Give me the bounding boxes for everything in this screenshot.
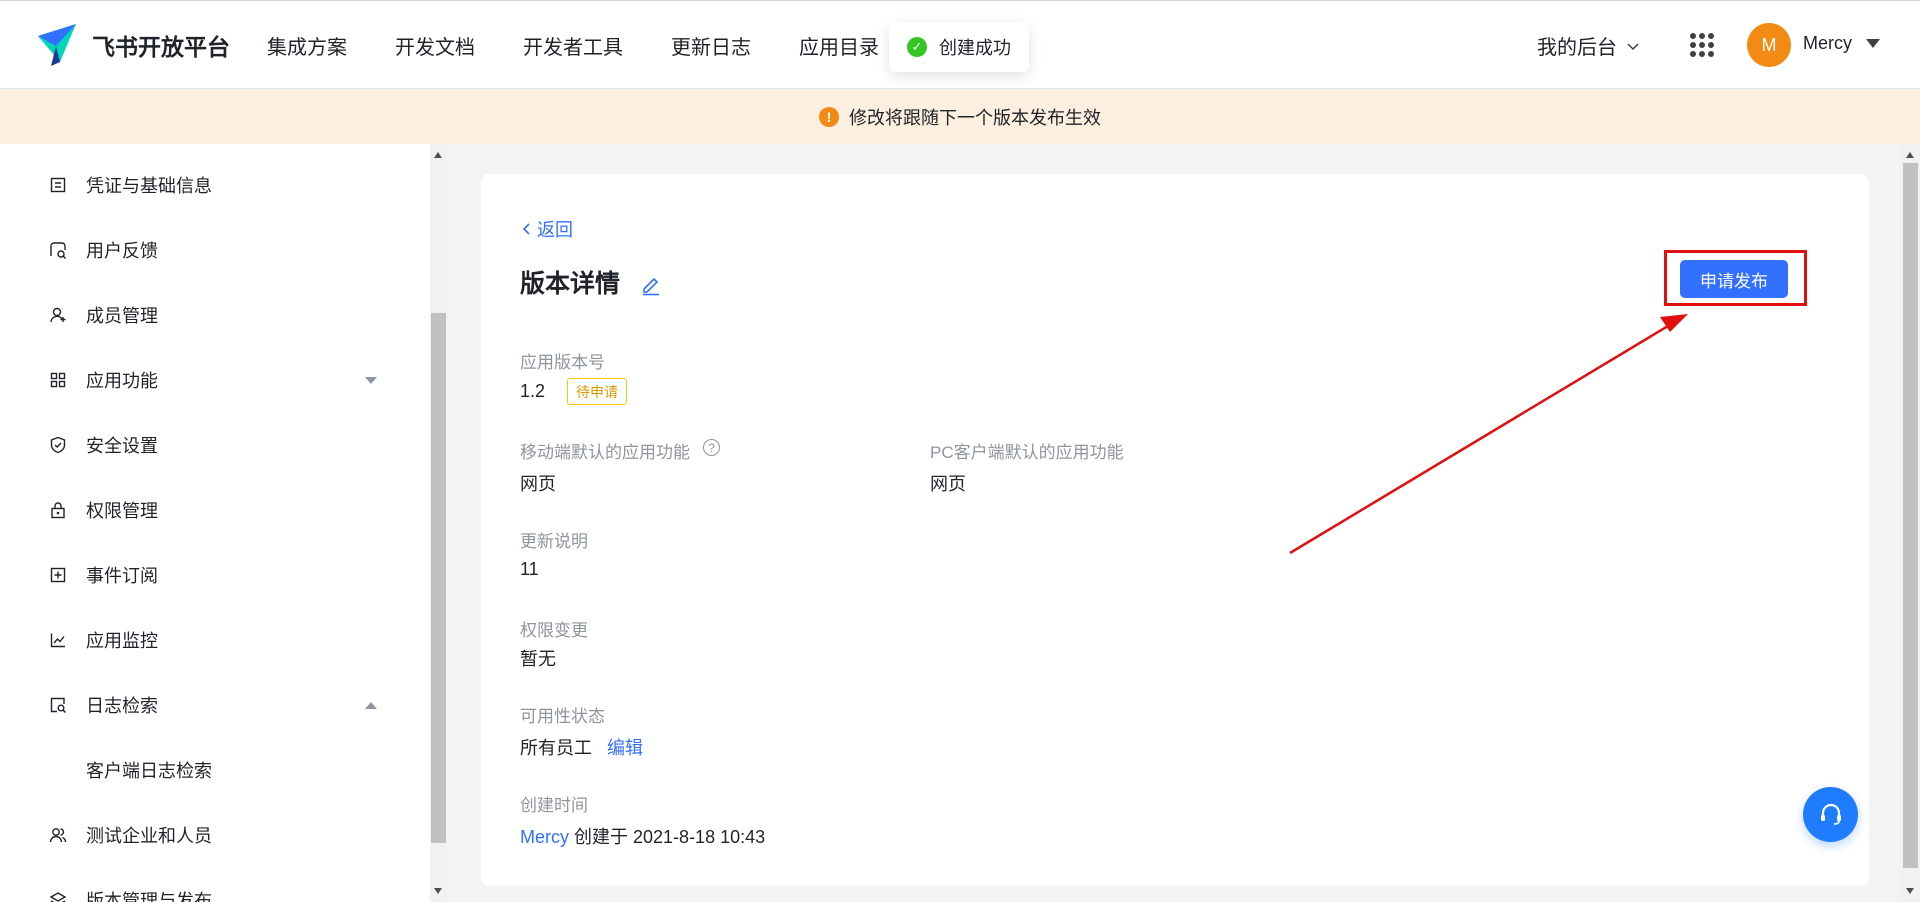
update-notes-value: 11 [520,559,539,579]
sidebar-item-label: 权限管理 [86,501,158,521]
permission-change-label: 权限变更 [520,621,588,640]
user-name[interactable]: Mercy [1803,33,1852,54]
sidebar-item-label: 测试企业和人员 [86,826,212,846]
creator-link[interactable]: Mercy [520,827,569,847]
warning-icon: ! [819,107,839,127]
mobile-default-feature-value: 网页 [520,474,556,494]
sidebar-item-label: 版本管理与发布 [86,891,212,902]
sidebar: 凭证与基础信息 用户反馈 成员管理 应用功能 安全设置 权限管理 事件订阅 应用… [0,144,430,902]
sidebar-item-test-companies[interactable]: 测试企业和人员 [0,815,430,855]
sidebar-item-event-subscription[interactable]: 事件订阅 [0,555,430,595]
mobile-default-feature-label: 移动端默认的应用功能 [520,443,690,462]
sidebar-item-log-search[interactable]: 日志检索 [0,685,430,725]
pc-default-feature-value: 网页 [930,474,966,494]
users-icon [48,825,68,845]
nav-dev-tools[interactable]: 开发者工具 [523,31,623,60]
sidebar-item-label: 凭证与基础信息 [86,176,212,196]
permission-change-value: 暂无 [520,649,556,669]
logo-text: 飞书开放平台 [92,34,230,60]
created-time-text: 创建于 2021-8-18 10:43 [574,827,766,847]
scroll-down-icon[interactable] [434,888,442,894]
nav-changelog[interactable]: 更新日志 [671,31,751,60]
chart-icon [48,630,68,650]
edit-pencil-icon[interactable] [640,274,662,296]
avatar[interactable]: M [1747,23,1791,67]
shield-icon [48,435,68,455]
headset-icon [1820,803,1841,825]
nav-integration[interactable]: 集成方案 [267,31,347,60]
nav-app-directory[interactable]: 应用目录 [799,31,879,60]
sidebar-item-label: 用户反馈 [86,241,158,261]
sidebar-item-app-features[interactable]: 应用功能 [0,360,430,400]
sidebar-item-label: 成员管理 [86,306,158,326]
back-label: 返回 [537,220,573,240]
sidebar-item-feedback[interactable]: 用户反馈 [0,230,430,270]
apps-grid-icon[interactable] [1690,33,1714,57]
availability-edit-link[interactable]: 编辑 [607,738,643,758]
toast-text: 创建成功 [939,38,1011,58]
nav-docs[interactable]: 开发文档 [395,31,475,60]
scroll-up-icon[interactable] [1906,152,1914,158]
backend-label: 我的后台 [1537,37,1617,59]
sidebar-item-security[interactable]: 安全设置 [0,425,430,465]
apply-release-button[interactable]: 申请发布 [1680,260,1788,298]
version-number-label: 应用版本号 [520,353,605,372]
app-features-icon [48,370,68,390]
scroll-down-icon[interactable] [1906,888,1914,894]
scroll-up-icon[interactable] [434,152,442,158]
main-nav: 集成方案 开发文档 开发者工具 更新日志 应用目录 [267,1,927,90]
chevron-down-icon [1627,42,1639,50]
sidebar-item-credentials[interactable]: 凭证与基础信息 [0,165,430,205]
created-time-value: Mercy 创建于 2021-8-18 10:43 [520,823,765,849]
sidebar-item-label: 安全设置 [86,436,158,456]
back-link[interactable]: 返回 [521,216,573,242]
member-icon [48,305,68,325]
feishu-logo-icon [38,24,76,66]
sidebar-item-version-release[interactable]: 版本管理与发布 [0,880,430,902]
check-circle-icon: ✓ [907,37,927,57]
layers-icon [48,890,68,902]
feedback-icon [48,240,68,260]
help-circle-icon[interactable]: ? [703,439,720,456]
status-badge: 待申请 [567,378,627,405]
notice-text: 修改将跟随下一个版本发布生效 [849,108,1101,128]
top-navigation-bar: 飞书开放平台 集成方案 开发文档 开发者工具 更新日志 应用目录 ✓ 创建成功 … [0,0,1920,89]
availability-value: 所有员工 编辑 [520,734,643,760]
main-scrollbar-thumb[interactable] [1903,163,1918,868]
my-backend-dropdown[interactable]: 我的后台 [1537,31,1639,60]
sidebar-item-monitoring[interactable]: 应用监控 [0,620,430,660]
sidebar-item-label: 日志检索 [86,696,158,716]
chevron-left-icon [522,223,530,235]
sidebar-item-label: 应用监控 [86,631,158,651]
sidebar-item-label: 应用功能 [86,371,158,391]
update-notes-label: 更新说明 [520,532,588,551]
log-search-icon [48,695,68,715]
caret-down-icon[interactable] [1866,39,1880,48]
notice-bar: ! 修改将跟随下一个版本发布生效 [0,90,1920,144]
sidebar-scrollbar-thumb[interactable] [431,313,446,843]
sidebar-item-client-log-search[interactable]: 客户端日志检索 [0,750,430,790]
sidebar-item-members[interactable]: 成员管理 [0,295,430,335]
pc-default-feature-label: PC客户端默认的应用功能 [930,443,1124,462]
version-number-value: 1.2 [520,381,546,401]
expand-arrow-icon[interactable] [365,376,377,384]
collapse-arrow-icon[interactable] [365,701,377,709]
customer-service-button[interactable] [1803,787,1858,842]
lock-icon [48,500,68,520]
availability-text: 所有员工 [520,738,592,758]
sidebar-item-label: 事件订阅 [86,566,158,586]
created-time-label: 创建时间 [520,796,588,815]
success-toast: ✓ 创建成功 [889,22,1029,72]
version-detail-card [481,174,1869,886]
page-title: 版本详情 [520,270,621,298]
event-icon [48,565,68,585]
sidebar-item-label: 客户端日志检索 [86,761,212,781]
availability-label: 可用性状态 [520,707,605,726]
logo[interactable]: 飞书开放平台 [34,21,230,69]
credential-icon [48,175,68,195]
sidebar-item-permissions[interactable]: 权限管理 [0,490,430,530]
